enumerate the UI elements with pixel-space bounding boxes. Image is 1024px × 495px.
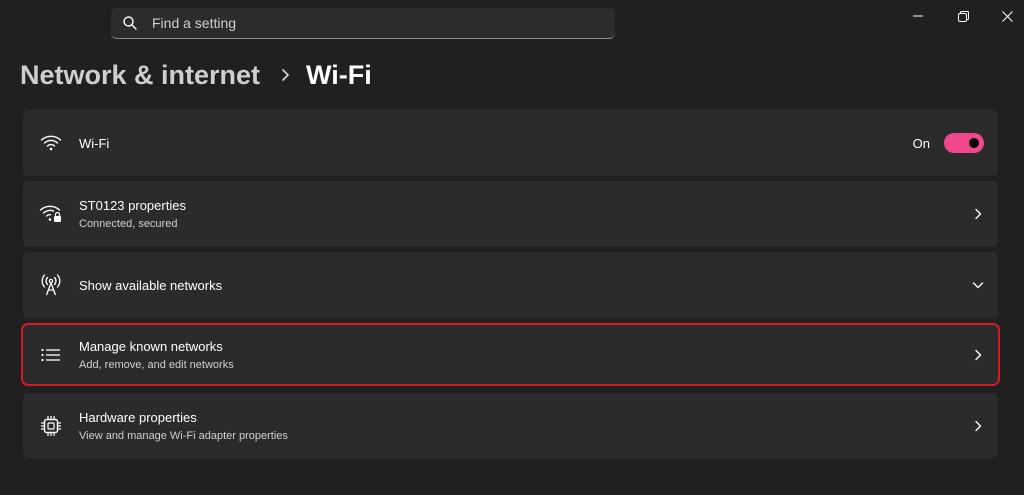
wifi-title: Wi-Fi: [79, 135, 110, 151]
wifi-icon: [23, 134, 79, 152]
search-box[interactable]: [111, 8, 615, 39]
manage-known-networks-card[interactable]: Manage known networks Add, remove, and e…: [21, 323, 1000, 386]
list-icon: [23, 348, 79, 362]
restore-button[interactable]: [940, 0, 986, 32]
close-icon: [1001, 10, 1013, 22]
manage-known-networks-title: Manage known networks: [79, 338, 223, 354]
search-icon: [122, 15, 138, 31]
wifi-secured-icon: [23, 204, 79, 224]
chip-icon: [23, 415, 79, 437]
wifi-toggle-group: On: [913, 133, 984, 153]
available-networks-title: Show available networks: [79, 277, 223, 293]
hardware-properties-subtitle: View and manage Wi-Fi adapter properties: [79, 429, 288, 442]
network-properties-title: ST0123 properties: [79, 198, 186, 213]
manage-known-networks-subtitle: Add, remove, and edit networks: [79, 358, 234, 371]
minimize-icon: [913, 15, 923, 17]
chevron-down-icon: [972, 279, 984, 291]
chevron-right-icon: [972, 420, 984, 432]
available-networks-card[interactable]: Show available networks: [23, 252, 998, 318]
title-bar: [0, 0, 1024, 46]
chevron-right-icon: [972, 208, 984, 220]
restore-icon: [957, 10, 969, 22]
close-button[interactable]: [984, 0, 1024, 32]
minimize-button[interactable]: [895, 0, 941, 32]
wifi-toggle-label: On: [912, 135, 930, 151]
chevron-right-icon: [972, 349, 984, 361]
breadcrumb-parent-link[interactable]: Network & internet: [20, 60, 260, 91]
network-properties-subtitle: Connected, secured: [79, 218, 178, 230]
antenna-icon: [23, 274, 79, 296]
breadcrumb: Network & internet Wi-Fi: [20, 55, 372, 95]
chevron-right-icon: [278, 67, 294, 83]
wifi-toggle[interactable]: [944, 133, 984, 153]
hardware-properties-card[interactable]: Hardware properties View and manage Wi-F…: [23, 393, 998, 458]
search-input[interactable]: [152, 15, 552, 31]
wifi-card: Wi-Fi On: [23, 110, 998, 176]
hardware-properties-title: Hardware properties: [79, 409, 197, 425]
page-title: Wi-Fi: [306, 59, 372, 90]
network-properties-card[interactable]: ST0123 properties Connected, secured: [23, 181, 998, 247]
toggle-knob: [969, 138, 979, 148]
